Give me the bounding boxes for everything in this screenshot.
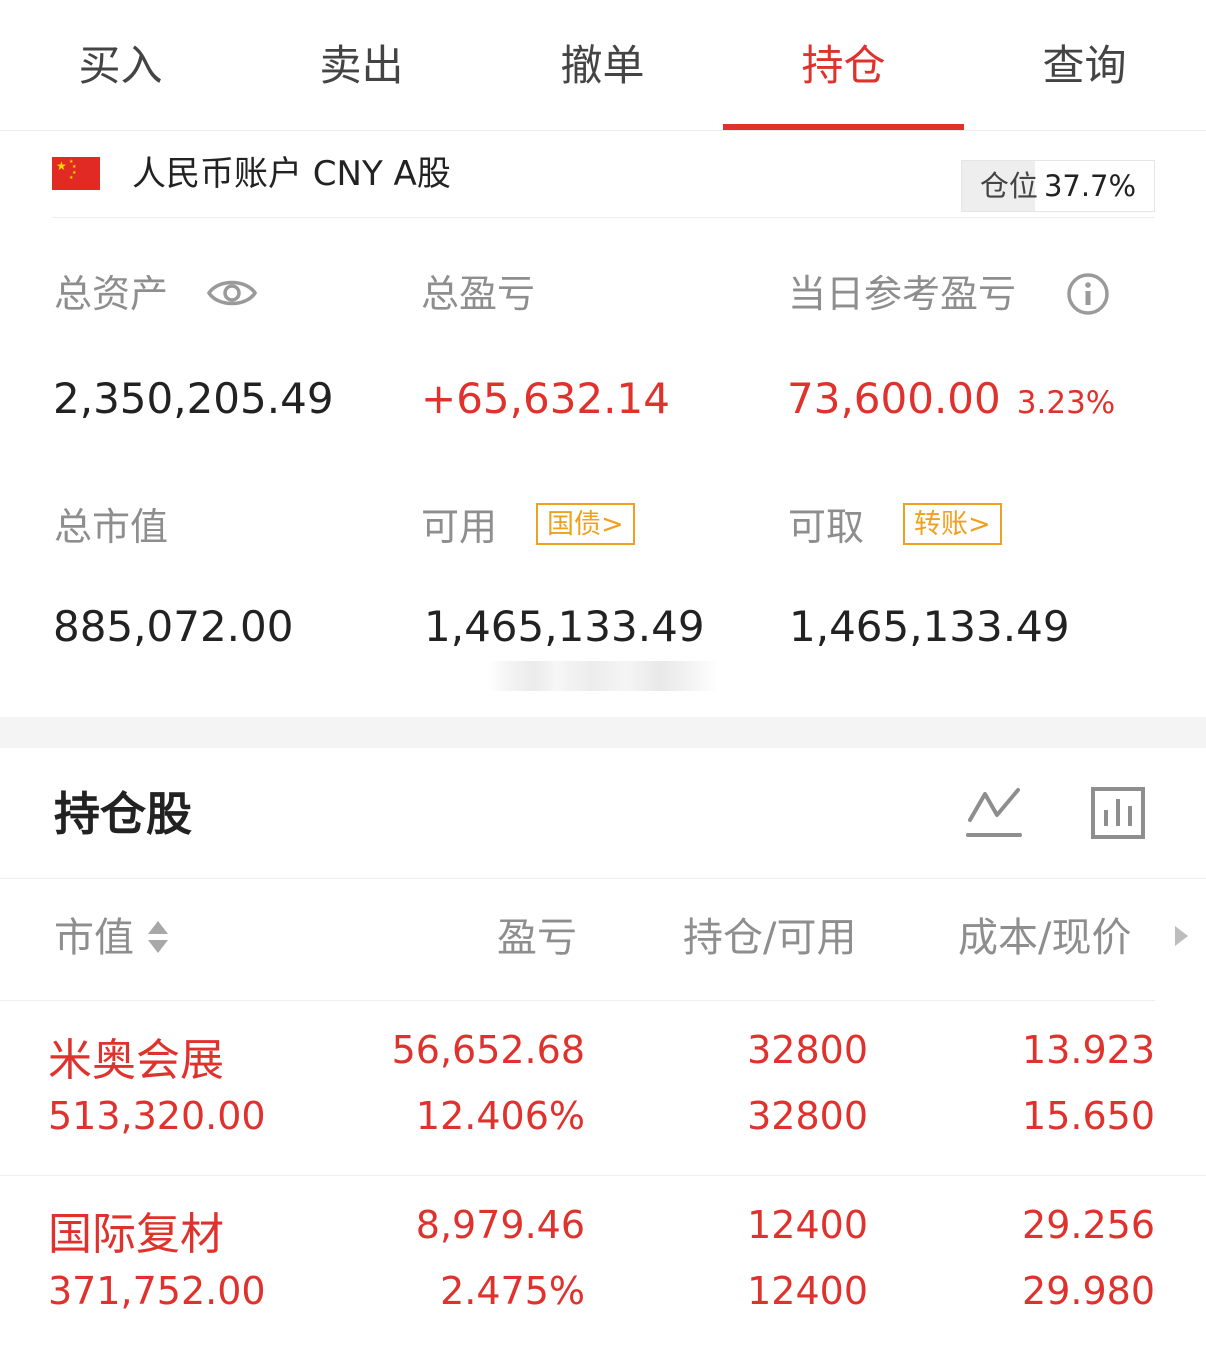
account-row: ★ ★ ★ ★ ★ 人民币账户 CNY A股 仓位 37.7% [52,131,1155,218]
total-assets-label: 总资产 [54,272,169,316]
holdings-header-divider [0,878,1206,879]
section-separator [0,717,1206,748]
stock-position: 32800 [747,1028,868,1072]
trend-chart-icon[interactable] [965,784,1023,842]
tab-buy[interactable]: 买入 [0,0,241,130]
stock-pnl-percent: 2.475% [440,1269,585,1313]
stock-available: 12400 [747,1269,868,1313]
row-divider [0,1175,1206,1176]
stock-name: 米奥会展 [48,1035,224,1086]
available-value: 1,465,133.49 [424,602,705,651]
stock-pnl: 56,652.68 [391,1028,585,1072]
stock-pnl: 8,979.46 [415,1203,585,1247]
column-pnl[interactable]: 盈亏 [497,912,577,964]
stock-name: 国际复材 [48,1209,224,1260]
eye-icon[interactable] [206,274,258,312]
tab-query[interactable]: 查询 [964,0,1205,130]
total-pnl-value: +65,632.14 [421,374,670,423]
column-cost-price[interactable]: 成本/现价 [958,912,1131,964]
scroll-right-arrow-icon[interactable] [1172,924,1190,948]
treasury-bond-button[interactable]: 国债> [536,503,635,545]
column-market-value[interactable]: 市值 [54,912,134,964]
market-value-value: 885,072.00 [53,602,294,651]
stock-price: 29.980 [1022,1269,1155,1313]
stock-cost: 13.923 [1022,1028,1155,1072]
position-value: 37.7% [1043,169,1137,203]
total-assets-value: 2,350,205.49 [53,374,334,423]
transfer-button[interactable]: 转账> [903,503,1002,545]
tab-sell[interactable]: 卖出 [241,0,482,130]
stock-market-value: 513,320.00 [48,1094,266,1138]
column-position-available[interactable]: 持仓/可用 [683,912,856,964]
column-header-divider [0,1000,1155,1001]
position-ratio-badge[interactable]: 仓位 37.7% [961,160,1155,212]
withdrawable-label: 可取 [788,505,865,549]
available-label: 可用 [421,505,498,549]
daily-pnl-label: 当日参考盈亏 [788,272,1017,316]
position-label: 仓位 [979,169,1038,203]
total-pnl-label: 总盈亏 [421,272,536,316]
daily-pnl-value: 73,600.00 [787,374,1001,423]
daily-pnl-value-group: 73,600.00 3.23% [787,371,1115,431]
stock-cost: 29.256 [1022,1203,1155,1247]
stock-price: 15.650 [1022,1094,1155,1138]
account-name: 人民币账户 CNY A股 [132,154,451,194]
info-icon[interactable] [1066,272,1110,316]
holdings-title: 持仓股 [54,787,192,841]
market-value-label: 总市值 [54,505,169,549]
obscured-text-strip [488,661,718,691]
tab-holdings[interactable]: 持仓 [723,0,964,130]
daily-pnl-percent: 3.23% [1016,385,1116,421]
withdrawable-value: 1,465,133.49 [789,602,1070,651]
tab-cancel-order[interactable]: 撤单 [482,0,723,130]
china-flag-icon: ★ ★ ★ ★ ★ [52,157,100,190]
sort-icon[interactable] [146,918,170,956]
bar-chart-icon[interactable] [1090,786,1146,840]
top-tab-bar: 买入 卖出 撤单 持仓 查询 [0,0,1206,131]
stock-market-value: 371,752.00 [48,1269,266,1313]
stock-available: 32800 [747,1094,868,1138]
stock-pnl-percent: 12.406% [415,1094,585,1138]
stock-position: 12400 [747,1203,868,1247]
